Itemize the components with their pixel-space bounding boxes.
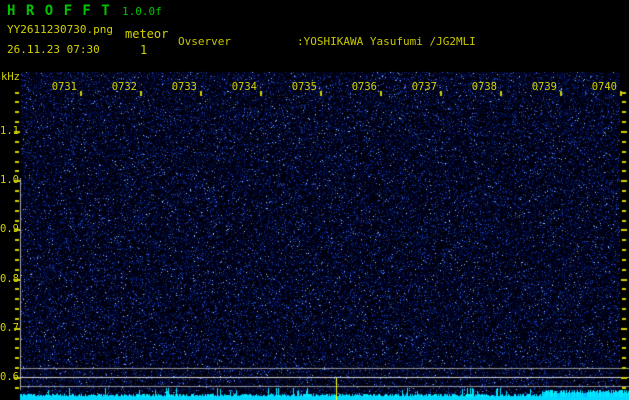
observer-value: :YOSHIKAWA Yasufumi /JG2MLI	[297, 35, 476, 48]
freq-axis-unit: kHz	[1, 71, 20, 83]
freq-tick-label: 0.9	[0, 223, 19, 235]
time-tick-label: 0739	[531, 81, 557, 93]
info-row-observer: Ovserver :YOSHIKAWA Yasufumi /JG2MLI	[178, 35, 626, 49]
time-tick-label: 0737	[411, 81, 437, 93]
echo-count: 1	[140, 43, 148, 57]
time-tick-label: 0733	[171, 81, 197, 93]
time-tick-label: 0731	[51, 81, 77, 93]
observation-datetime: 26.11.23 07:30	[7, 43, 100, 56]
time-tick-label: 0734	[231, 81, 257, 93]
freq-tick-label: 0.7	[0, 322, 19, 334]
spectrogram-canvas	[0, 70, 629, 400]
time-tick-label: 0732	[111, 81, 137, 93]
freq-tick-label: 1.0	[0, 174, 19, 186]
time-tick-label: 0736	[351, 81, 377, 93]
time-tick-label: 0738	[471, 81, 497, 93]
hrofft-window: H R O F F T 1.0.0f YY2611230730.png mete…	[0, 0, 629, 400]
time-tick-label: 0735	[291, 81, 317, 93]
app-version: 1.0.0f	[122, 5, 162, 18]
output-filename: YY2611230730.png	[7, 23, 113, 36]
time-tick-label: 0740	[591, 81, 617, 93]
observer-label: Ovserver	[178, 35, 231, 48]
freq-tick-label: 0.8	[0, 273, 19, 285]
freq-tick-label: 1.1	[0, 125, 19, 137]
app-title: H R O F F T	[7, 3, 111, 19]
mode-label: meteor	[125, 27, 169, 41]
freq-tick-label: 0.6	[0, 371, 19, 383]
